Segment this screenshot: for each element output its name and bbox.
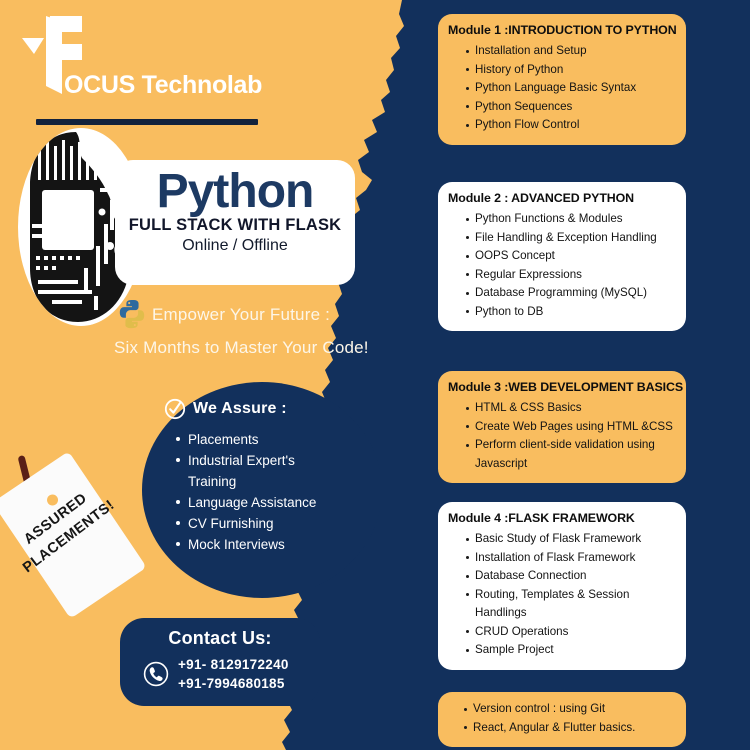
list-item: HTML & CSS Basics	[466, 399, 676, 418]
list-item: CRUD Operations	[466, 623, 676, 642]
brand-name: OCUS Technolab	[64, 71, 263, 99]
list-item: Python to DB	[466, 303, 676, 322]
module-title: Module 2 : ADVANCED PYTHON	[448, 191, 635, 205]
module-card-4[interactable]: Module 4 :FLASK FRAMEWORK Basic Study of…	[438, 502, 686, 670]
list-item: Language Assistance	[174, 493, 374, 512]
course-mode: Online / Offline	[182, 237, 288, 254]
phone-number[interactable]: +91-7994680185	[178, 674, 289, 693]
list-item: Version control : using Git	[464, 700, 676, 719]
phone-numbers[interactable]: +91- 8129172240 +91-7994680185	[178, 655, 289, 693]
list-item: Python Functions & Modules	[466, 210, 676, 229]
list-item: Training	[188, 474, 237, 489]
module-topic-list: HTML & CSS Basics Create Web Pages using…	[448, 399, 676, 473]
list-item: Create Web Pages using HTML &CSS	[466, 418, 676, 437]
python-logo-icon	[119, 299, 145, 329]
list-item: Basic Study of Flask Framework	[466, 530, 676, 549]
list-item: React, Angular & Flutter basics.	[464, 719, 676, 738]
list-item: CV Furnishing	[174, 514, 374, 533]
brand-logo[interactable]: OCUS Technolab	[22, 14, 272, 125]
list-item: Placements	[174, 430, 374, 449]
module-title: Module 1 :INTRODUCTION TO PYTHON	[448, 23, 677, 37]
list-item: Installation and Setup	[466, 42, 676, 61]
tagline-line-2: Six Months to Master Your Code!	[114, 338, 369, 357]
course-subtitle: FULL STACK WITH FLASK	[128, 216, 342, 234]
list-item: Regular Expressions	[466, 266, 676, 285]
list-item: Installation of Flask Framework	[466, 549, 676, 568]
list-item: Python Sequences	[466, 98, 676, 117]
module-topic-list: Basic Study of Flask Framework Installat…	[448, 530, 676, 660]
module-topic-list: Python Functions & Modules File Handling…	[448, 210, 676, 321]
list-item: Routing, Templates & Session Handlings	[466, 586, 676, 623]
we-assure-panel: We Assure : Placements Industrial Expert…	[142, 382, 382, 598]
phone-handset-icon	[143, 661, 169, 687]
assured-placements-tag: ASSURED PLACEMENTS!	[0, 425, 164, 625]
list-item: Industrial Expert's	[174, 451, 374, 470]
we-assure-header: We Assure :	[164, 398, 287, 420]
tagline-line-1: Empower Your Future :	[152, 305, 331, 324]
poster-canvas: OCUS Technolab Python FULL STACK WITH FL…	[0, 0, 750, 750]
modules-column: Module 1 :INTRODUCTION TO PYTHON Install…	[434, 0, 750, 750]
logo-underline	[36, 119, 258, 125]
list-item: Database Connection	[466, 567, 676, 586]
python-course-card: Python FULL STACK WITH FLASK Online / Of…	[115, 160, 355, 285]
contact-title: Contact Us:	[168, 628, 272, 648]
module-card-3[interactable]: Module 3 :WEB DEVELOPMENT BASICS HTML & …	[438, 371, 686, 483]
check-circle-icon	[164, 398, 186, 420]
list-item: Database Programming (MySQL)	[466, 284, 676, 303]
left-panel: OCUS Technolab Python FULL STACK WITH FL…	[0, 0, 430, 750]
extras-topic-list: Version control : using Git React, Angul…	[448, 700, 676, 737]
list-item: Python Flow Control	[466, 116, 676, 135]
module-card-extras[interactable]: Version control : using Git React, Angul…	[438, 692, 686, 747]
module-title: Module 3 :WEB DEVELOPMENT BASICS	[448, 380, 683, 394]
course-title: Python	[156, 165, 315, 218]
module-topic-list: Installation and Setup History of Python…	[448, 42, 676, 135]
contact-panel[interactable]: Contact Us: +91- 8129172240 +91-79946801…	[120, 618, 320, 706]
list-item: Mock Interviews	[174, 535, 374, 554]
list-item: Javascript	[475, 456, 528, 470]
list-item: Perform client-side validation using	[466, 436, 676, 455]
module-card-1[interactable]: Module 1 :INTRODUCTION TO PYTHON Install…	[438, 14, 686, 145]
list-item: Python Language Basic Syntax	[466, 79, 676, 98]
list-item: File Handling & Exception Handling	[466, 229, 676, 248]
phone-number[interactable]: +91- 8129172240	[178, 655, 289, 674]
we-assure-title: We Assure :	[193, 400, 287, 417]
module-card-2[interactable]: Module 2 : ADVANCED PYTHON Python Functi…	[438, 182, 686, 331]
list-item: OOPS Concept	[466, 247, 676, 266]
we-assure-list: Placements Industrial Expert's Training …	[174, 430, 374, 556]
module-title: Module 4 :FLASK FRAMEWORK	[448, 511, 635, 525]
list-item: History of Python	[466, 61, 676, 80]
list-item: Sample Project	[466, 641, 676, 660]
